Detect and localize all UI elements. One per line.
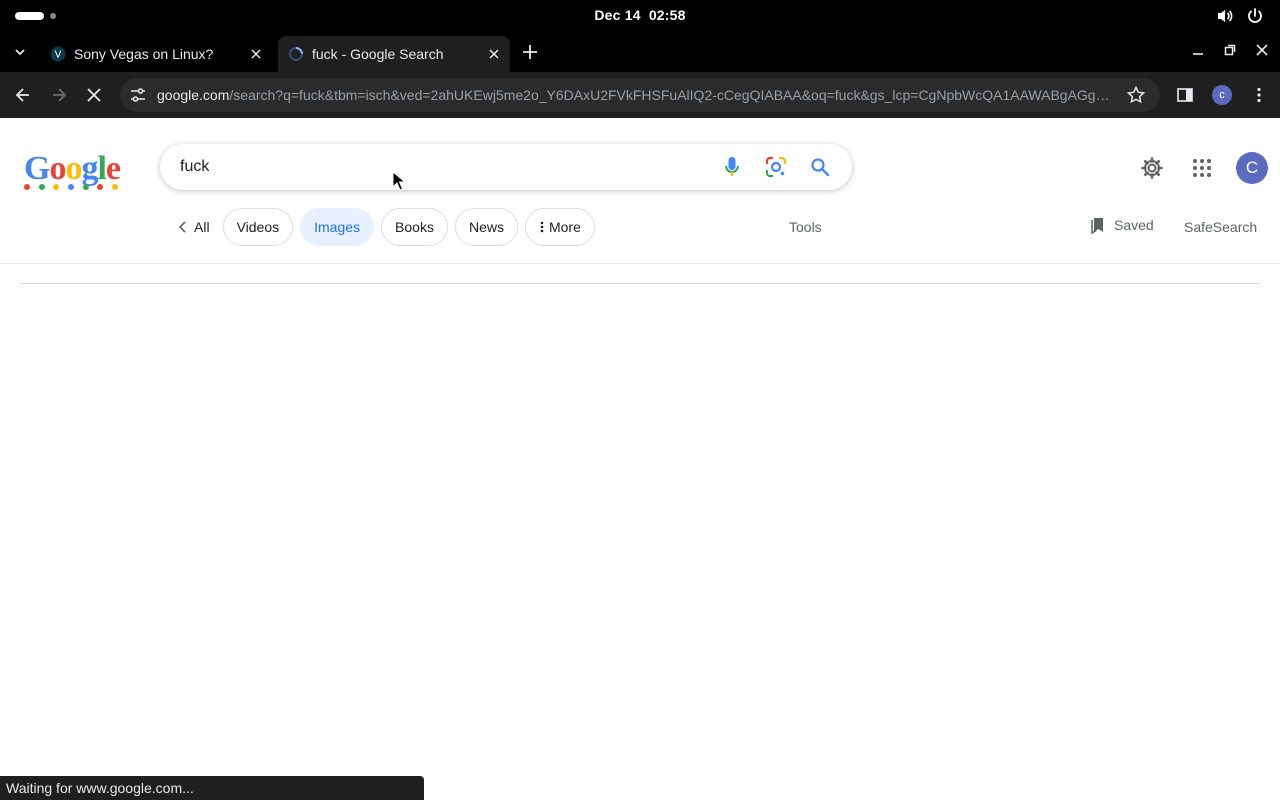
header-divider [0, 263, 1280, 264]
clock[interactable]: Dec 14 02:58 [0, 7, 1280, 23]
tab-sony-vegas[interactable]: V Sony Vegas on Linux? [40, 36, 272, 72]
tab-search-chevron-icon[interactable] [12, 44, 28, 60]
loading-spinner-icon [288, 46, 304, 62]
restore-icon[interactable] [1222, 42, 1238, 58]
chevron-left-icon [178, 221, 186, 233]
favicon-letter: V [55, 50, 62, 61]
chip-more-label: More [548, 219, 581, 235]
volume-icon[interactable] [1216, 7, 1234, 25]
chip-all[interactable]: All [170, 208, 216, 246]
chip-more[interactable]: More [524, 208, 595, 246]
close-window-icon[interactable] [1254, 42, 1270, 58]
more-vert-icon [540, 221, 544, 233]
forward-arrow-icon[interactable] [49, 85, 69, 105]
side-panel-icon[interactable] [1176, 86, 1194, 104]
address-bar[interactable]: google.com/search?q=fuck&tbm=isch&ved=2a… [120, 78, 1160, 112]
tab-title: Sony Vegas on Linux? [74, 46, 214, 62]
tab-google-search[interactable]: fuck - Google Search [278, 36, 510, 72]
back-arrow-icon[interactable] [13, 85, 33, 105]
search-filter-chips: All Videos Images Books News More [170, 208, 595, 246]
tab-strip: V Sony Vegas on Linux? fuck - Google Sea… [0, 32, 1280, 72]
tab-title: fuck - Google Search [312, 46, 444, 62]
results-divider [20, 283, 1260, 284]
clock-date: Dec 14 [594, 7, 641, 23]
saved-label: Saved [1114, 217, 1154, 233]
minimize-icon[interactable] [1190, 42, 1206, 58]
v-favicon-icon: V [50, 46, 66, 62]
tab-close-icon[interactable] [246, 44, 266, 64]
search-magnifier-icon[interactable] [808, 155, 832, 179]
google-apps-grid-icon[interactable] [1186, 152, 1218, 184]
loading-status-bar: Waiting for www.google.com... [0, 776, 424, 800]
chip-all-label: All [194, 219, 210, 235]
site-info-tune-icon[interactable] [128, 85, 148, 105]
chip-videos[interactable]: Videos [222, 208, 294, 246]
google-lens-icon[interactable] [764, 155, 788, 179]
google-doodle-logo[interactable]: Google [24, 150, 121, 188]
clock-time: 02:58 [648, 7, 686, 23]
safesearch-button[interactable]: SafeSearch [1184, 219, 1257, 235]
chip-news[interactable]: News [454, 208, 518, 246]
url-host: google.com [157, 87, 230, 103]
new-tab-plus-icon[interactable] [521, 43, 539, 61]
power-icon[interactable] [1246, 7, 1264, 25]
saved-button[interactable]: Saved [1090, 216, 1154, 234]
browser-toolbar: google.com/search?q=fuck&tbm=isch&ved=2a… [0, 72, 1280, 118]
chip-images[interactable]: Images [300, 208, 375, 246]
bookmark-star-icon[interactable] [1126, 85, 1146, 105]
system-top-bar: Dec 14 02:58 [0, 0, 1280, 32]
profile-avatar-small[interactable]: c [1212, 85, 1232, 105]
settings-gear-icon[interactable] [1136, 152, 1168, 184]
tab-close-icon[interactable] [484, 44, 504, 64]
url-path: /search?q=fuck&tbm=isch&ved=2ahUKEwj5me2… [229, 87, 1114, 103]
google-search-page: Google fuck C All Videos Images Books Ne… [0, 118, 1280, 800]
stop-loading-icon[interactable] [84, 85, 104, 105]
chip-books[interactable]: Books [381, 208, 448, 246]
account-avatar[interactable]: C [1236, 152, 1268, 184]
url-text: google.com/search?q=fuck&tbm=isch&ved=2a… [157, 87, 1114, 103]
search-input[interactable]: fuck [180, 158, 720, 176]
saved-bookmark-icon [1091, 218, 1103, 234]
mouse-cursor-icon [392, 171, 406, 191]
voice-search-mic-icon[interactable] [720, 155, 744, 179]
doodle-lights-decoration [24, 184, 118, 190]
tools-button[interactable]: Tools [789, 219, 822, 235]
search-box[interactable]: fuck [160, 144, 852, 190]
chrome-menu-icon[interactable] [1250, 86, 1268, 104]
